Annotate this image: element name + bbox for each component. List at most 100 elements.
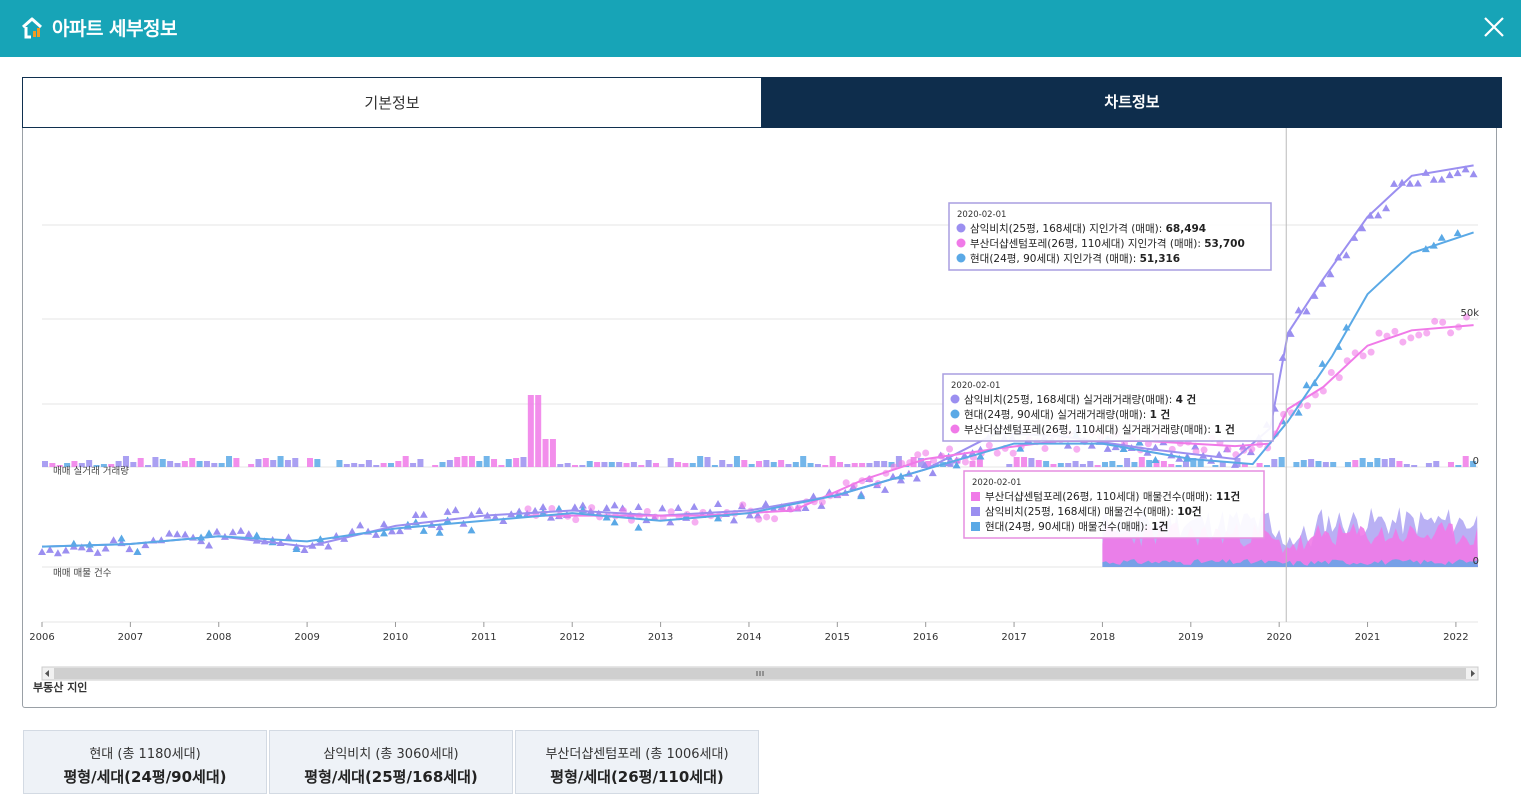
price-point xyxy=(1151,455,1160,463)
tooltip-price: 2020-02-01 삼익비치(25평, 168세대) 지인가격 (매매): 68… xyxy=(948,202,1272,271)
volume-bar xyxy=(505,459,512,467)
x-tick-label: 2010 xyxy=(383,632,408,643)
price-point xyxy=(109,536,118,544)
volume-panel-label: 매매 실거래 거래량 xyxy=(53,465,129,477)
stat-card-hyundai: 현대 (총 1180세대) 평형/세대(24평/90세대) xyxy=(23,730,267,794)
price-point xyxy=(117,534,126,542)
volume-bar xyxy=(1050,464,1057,467)
volume-bar xyxy=(726,464,733,467)
volume-bar xyxy=(1315,461,1322,467)
price-point xyxy=(61,546,70,554)
volume-bar xyxy=(159,459,166,467)
volume-bar xyxy=(1087,461,1094,467)
volume-bar xyxy=(704,457,711,467)
volume-bar xyxy=(137,458,144,467)
price-point xyxy=(205,541,214,549)
x-tick-label: 2008 xyxy=(206,632,231,643)
x-tick-label: 2009 xyxy=(294,632,319,643)
price-point xyxy=(524,505,532,513)
tab-basic-info[interactable]: 기본정보 xyxy=(22,77,762,128)
price-point xyxy=(985,441,993,449)
price-point xyxy=(236,526,245,534)
volume-bar xyxy=(1256,463,1263,467)
volume-bar xyxy=(1271,459,1278,467)
volume-bar xyxy=(365,460,372,467)
close-button[interactable] xyxy=(1477,10,1511,44)
legend-swatch xyxy=(971,522,980,531)
price-chart[interactable]: 2006 2007 2008 2009 2010 2011 2012 2013 2014 2015… xyxy=(23,128,1496,706)
price-point xyxy=(881,485,890,493)
legend-swatch xyxy=(956,253,966,263)
home-icon xyxy=(22,17,42,39)
volume-bar xyxy=(1102,462,1109,467)
tooltip-row: 삼익비치(25평, 168세대) 실거래거래량(매매): 4 건 xyxy=(964,393,1196,406)
volume-bar xyxy=(1116,465,1123,467)
price-point xyxy=(475,506,484,514)
volume-bar xyxy=(652,463,659,467)
volume-bar xyxy=(1057,463,1064,467)
price-point xyxy=(634,502,643,510)
price-point xyxy=(674,503,683,511)
volume-bar xyxy=(277,456,284,467)
price-point xyxy=(1429,175,1438,183)
volume-bar xyxy=(851,463,858,467)
price-point xyxy=(244,530,253,538)
y-tick-label: 0 xyxy=(1473,456,1479,467)
volume-bar xyxy=(1381,459,1388,467)
volume-bar xyxy=(1035,460,1042,467)
volume-bar xyxy=(1278,457,1285,467)
volume-bar xyxy=(756,461,763,467)
price-point xyxy=(1302,381,1311,389)
volume-bar xyxy=(1263,465,1270,467)
volume-bar xyxy=(1389,458,1396,467)
price-point xyxy=(771,515,779,523)
price-point xyxy=(602,504,611,512)
volume-bar xyxy=(152,457,159,467)
volume-bar xyxy=(314,459,321,467)
volume-bar xyxy=(410,463,417,467)
price-point xyxy=(928,469,937,477)
stat-detail: 평형/세대(24평/90세대) xyxy=(63,768,227,786)
volume-bar xyxy=(395,461,402,467)
volume-bar xyxy=(1079,464,1086,467)
volume-bar xyxy=(822,465,829,467)
tooltip-listing: 2020-02-01 부산더샵센텀포레(26평, 110세대) 매물건수(매매):… xyxy=(963,470,1265,539)
volume-bar xyxy=(439,462,446,467)
volume-bar xyxy=(520,457,527,467)
tooltip-row: 현대(24평, 90세대) 매물건수(매매): 1건 xyxy=(985,520,1168,533)
price-point xyxy=(610,501,619,509)
volume-bar xyxy=(446,460,453,467)
volume-bar xyxy=(1462,456,1469,467)
tooltip-row: 부산더샵센텀포레(26평, 110세대) 실거래거래량(매매): 1 건 xyxy=(964,423,1235,436)
legend-swatch xyxy=(971,492,980,501)
volume-bar xyxy=(1308,459,1315,467)
price-point xyxy=(324,542,333,550)
volume-bar xyxy=(351,463,358,467)
tab-chart-info[interactable]: 차트정보 xyxy=(762,77,1502,128)
price-point xyxy=(93,548,102,556)
stat-detail: 평형/세대(25평/168세대) xyxy=(304,768,478,786)
tooltip-row: 현대(24평, 90세대) 지인가격 (매매): 51,316 xyxy=(970,252,1180,265)
volume-bar xyxy=(1065,463,1072,467)
price-point xyxy=(356,521,365,529)
volume-bar xyxy=(42,461,48,467)
price-point xyxy=(419,526,428,534)
volume-bar xyxy=(491,459,498,467)
volume-bar xyxy=(638,465,645,467)
x-tick-label: 2020 xyxy=(1266,632,1291,643)
price-point xyxy=(1447,329,1455,337)
legend-swatch xyxy=(950,424,960,434)
volume-bar xyxy=(527,395,534,467)
x-tick-label: 2013 xyxy=(648,632,673,643)
volume-bar xyxy=(564,463,571,467)
tooltip-date: 2020-02-01 xyxy=(951,381,1000,391)
volume-bar xyxy=(844,464,851,467)
volume-bar xyxy=(336,460,343,467)
stat-name: 현대 (총 1180세대) xyxy=(89,747,201,762)
volume-bar xyxy=(203,461,210,467)
x-tick-label: 2019 xyxy=(1178,632,1203,643)
price-point xyxy=(1041,444,1049,452)
price-point xyxy=(38,547,46,555)
volume-bar xyxy=(719,460,726,467)
price-point xyxy=(228,528,237,536)
